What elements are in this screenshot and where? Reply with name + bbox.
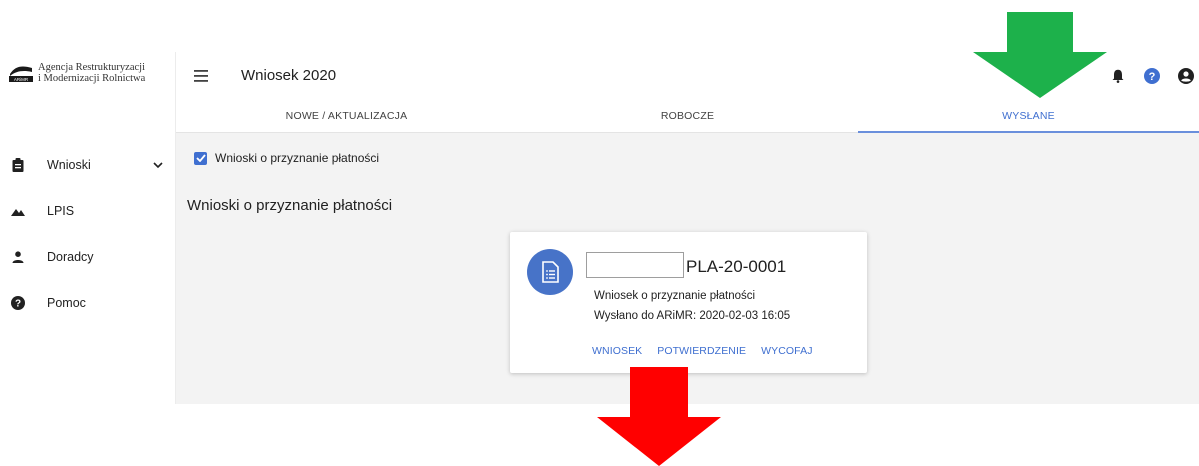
application-number: PLA-20-0001: [686, 257, 787, 276]
svg-text:?: ?: [1149, 71, 1156, 83]
chevron-down-icon[interactable]: [152, 158, 164, 170]
section-title: Wnioski o przyznanie płatności: [187, 197, 393, 214]
clipboard-icon: [10, 157, 26, 173]
green-arrow-annotation: [973, 12, 1107, 98]
sidebar: ARiMR Agencja Restrukturyzacji i Moderni…: [0, 52, 176, 404]
sidebar-item-doradcy[interactable]: Doradcy: [0, 234, 176, 280]
agency-name-line2: i Modernizacji Rolnictwa: [38, 73, 146, 84]
redacted-field: [586, 252, 684, 278]
sidebar-item-lpis[interactable]: LPIS: [0, 188, 176, 234]
application-card: PLA-20-0001 Wniosek o przyznanie płatnoś…: [510, 232, 867, 373]
logo-mark-text: ARiMR: [14, 77, 29, 82]
agency-logo[interactable]: ARiMR Agencja Restrukturyzacji i Moderni…: [8, 62, 145, 84]
help-icon[interactable]: ?: [1143, 67, 1161, 85]
sidebar-nav: Wnioski LPIS Doradcy ? Pomoc: [0, 142, 176, 326]
menu-icon[interactable]: [194, 69, 208, 83]
person-icon: [10, 249, 26, 265]
tab-nowe-aktualizacja[interactable]: NOWE / AKTUALIZACJA: [176, 102, 517, 132]
bell-icon[interactable]: [1109, 67, 1127, 85]
tab-wyslane[interactable]: WYSŁANE: [858, 102, 1199, 133]
sidebar-item-pomoc[interactable]: ? Pomoc: [0, 280, 176, 326]
red-arrow-annotation: [597, 367, 721, 466]
sidebar-item-wnioski[interactable]: Wnioski: [0, 142, 176, 188]
sidebar-item-label: LPIS: [47, 204, 75, 218]
filter-label: Wnioski o przyznanie płatności: [215, 151, 380, 165]
header-actions: ?: [1109, 67, 1195, 85]
arimr-logo-icon: ARiMR: [8, 62, 34, 84]
sidebar-item-label: Wnioski: [47, 158, 91, 172]
mountains-icon: [10, 203, 26, 219]
sidebar-item-label: Pomoc: [47, 296, 86, 310]
tab-bar: NOWE / AKTUALIZACJA ROBOCZE WYSŁANE: [176, 102, 1199, 133]
app-window: ARiMR Agencja Restrukturyzacji i Moderni…: [0, 52, 1199, 404]
page-title: Wniosek 2020: [241, 67, 337, 84]
application-sent-date: Wysłano do ARiMR: 2020-02-03 16:05: [594, 310, 791, 322]
sidebar-item-label: Doradcy: [47, 250, 94, 264]
checkbox-checked-icon[interactable]: [194, 151, 207, 165]
document-list-icon: [527, 249, 573, 295]
filter-checkbox-row[interactable]: Wnioski o przyznanie płatności: [194, 151, 379, 165]
card-actions: WNIOSEK POTWIERDZENIE WYCOFAJ: [592, 345, 828, 357]
help-icon: ?: [10, 295, 26, 311]
svg-text:?: ?: [15, 299, 21, 310]
agency-name: Agencja Restrukturyzacji i Modernizacji …: [38, 62, 145, 84]
application-description: Wniosek o przyznanie płatności: [594, 290, 756, 302]
wniosek-button[interactable]: WNIOSEK: [592, 345, 642, 357]
screenshot: ARiMR Agencja Restrukturyzacji i Moderni…: [0, 0, 1199, 466]
potwierdzenie-button[interactable]: POTWIERDZENIE: [657, 345, 746, 357]
tab-robocze[interactable]: ROBOCZE: [517, 102, 858, 132]
main-content: Wnioski o przyznanie płatności Wnioski o…: [176, 133, 1199, 404]
agency-name-line1: Agencja Restrukturyzacji: [38, 62, 145, 73]
wycofaj-button[interactable]: WYCOFAJ: [761, 345, 812, 357]
account-icon[interactable]: [1177, 67, 1195, 85]
